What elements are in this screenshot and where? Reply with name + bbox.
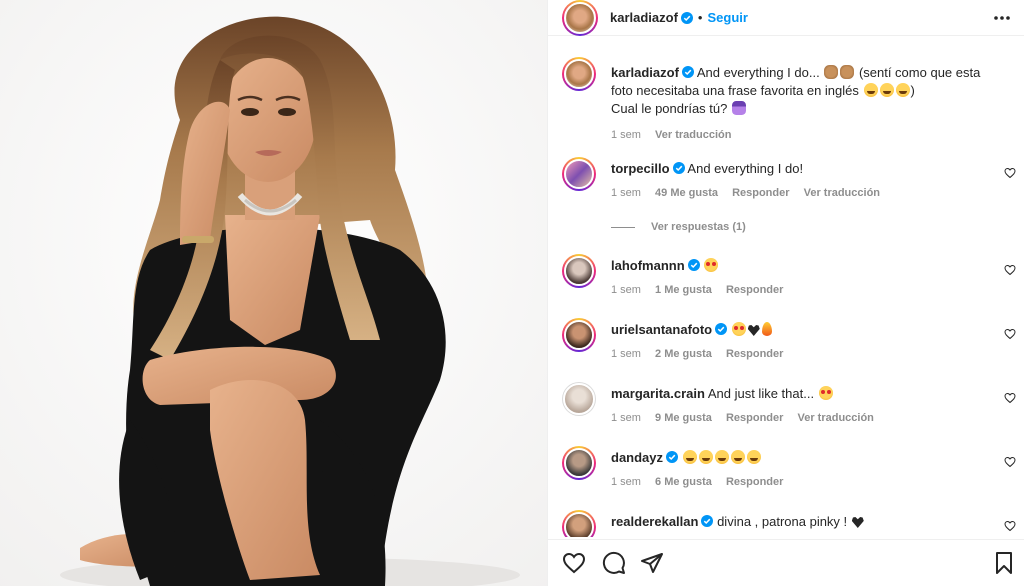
- comment-username[interactable]: urielsantanafoto: [611, 322, 712, 337]
- caption-username[interactable]: karladiazof: [611, 65, 679, 80]
- share-icon[interactable]: [640, 551, 664, 575]
- comment-time: 1 sem: [611, 187, 641, 199]
- smiling-hearts-emoji: [818, 386, 833, 400]
- comment-username[interactable]: lahofmannn: [611, 258, 685, 273]
- post-side-panel: karladiazof • Seguir karladiazof And eve…: [548, 0, 1024, 586]
- reply-button[interactable]: Responder: [726, 284, 783, 296]
- like-heart-icon[interactable]: [1004, 392, 1016, 404]
- verified-badge-icon: [681, 66, 694, 78]
- reply-button[interactable]: Responder: [726, 412, 783, 424]
- comment-text: divina , patrona pinky !: [717, 514, 848, 529]
- view-replies-label: Ver respuestas (1): [651, 221, 746, 233]
- star-struck-emoji: [704, 258, 719, 272]
- heart-icon[interactable]: [562, 551, 586, 575]
- bookmark-icon[interactable]: [992, 551, 1016, 575]
- translate-link[interactable]: Ver traducción: [804, 187, 880, 199]
- comment-time: 1 sem: [611, 476, 641, 488]
- laughing-tears-emoji: [730, 450, 745, 464]
- post-header: karladiazof • Seguir: [548, 0, 1024, 36]
- replies-divider-line: [611, 226, 635, 228]
- like-heart-icon[interactable]: [1004, 328, 1016, 340]
- post-actions-bar: [548, 539, 1024, 586]
- see-no-evil-monkey-emoji: [824, 65, 839, 79]
- comment-time: 1 sem: [611, 284, 641, 296]
- more-options-icon[interactable]: [992, 10, 1012, 26]
- comment-username[interactable]: realderekallan: [611, 514, 698, 529]
- comment-avatar[interactable]: [562, 382, 596, 416]
- translate-link[interactable]: Ver traducción: [797, 412, 873, 424]
- comment-text: And just like that...: [707, 386, 815, 401]
- laughing-tears-emoji: [698, 450, 713, 464]
- comment-avatar[interactable]: [562, 510, 596, 537]
- caption-text-line2: Cual le pondrías tú?: [611, 101, 728, 116]
- comment-time: 1 sem: [611, 412, 641, 424]
- author-username[interactable]: karladiazof: [610, 10, 678, 25]
- like-heart-icon[interactable]: [1004, 264, 1016, 276]
- comment-likes[interactable]: 2 Me gusta: [655, 348, 712, 360]
- laughing-tears-emoji: [682, 450, 697, 464]
- verified-badge-icon: [687, 259, 700, 271]
- verified-badge-icon: [680, 11, 693, 24]
- caption-time: 1 sem: [611, 129, 641, 141]
- see-no-evil-monkey-emoji: [840, 65, 855, 79]
- caption-text-part1: And everything I do...: [696, 65, 820, 80]
- person-shrugging-emoji: [731, 101, 746, 115]
- laughing-tears-emoji: [746, 450, 761, 464]
- reply-button[interactable]: Responder: [726, 476, 783, 488]
- verified-badge-icon: [701, 515, 714, 527]
- caption-avatar[interactable]: [562, 57, 596, 91]
- laughing-tears-emoji: [879, 83, 894, 97]
- comment-icon[interactable]: [602, 551, 626, 575]
- like-heart-icon[interactable]: [1004, 167, 1016, 179]
- comment-likes[interactable]: 1 Me gusta: [655, 284, 712, 296]
- rolling-laughing-emoji: [863, 83, 878, 97]
- comment-username[interactable]: dandayz: [611, 450, 663, 465]
- reply-button[interactable]: Responder: [726, 348, 783, 360]
- caption-translate-link[interactable]: Ver traducción: [655, 129, 731, 141]
- comment-likes[interactable]: 6 Me gusta: [655, 476, 712, 488]
- separator-dot: •: [697, 10, 703, 25]
- like-heart-icon[interactable]: [1004, 520, 1016, 532]
- reply-button[interactable]: Responder: [732, 187, 789, 199]
- comment-time: 1 sem: [611, 348, 641, 360]
- verified-badge-icon: [666, 451, 679, 463]
- like-heart-icon[interactable]: [1004, 456, 1016, 468]
- verified-badge-icon: [672, 162, 685, 174]
- view-replies-button[interactable]: Ver respuestas (1): [611, 221, 746, 233]
- fire-emoji: [761, 322, 772, 336]
- comment-avatar[interactable]: [562, 318, 596, 352]
- comment-username[interactable]: torpecillo: [611, 161, 670, 176]
- comment-text: And everything I do!: [687, 161, 804, 176]
- caption-text-part3: ): [910, 83, 915, 98]
- comment-likes[interactable]: 9 Me gusta: [655, 412, 712, 424]
- comment-avatar[interactable]: [562, 446, 596, 480]
- star-struck-emoji: [731, 322, 746, 336]
- author-avatar[interactable]: [562, 0, 598, 36]
- verified-badge-icon: [715, 323, 728, 335]
- comment-avatar[interactable]: [562, 254, 596, 288]
- black-heart-emoji: [851, 517, 864, 528]
- caption-text: karladiazof And everything I do... (sent…: [611, 64, 991, 118]
- rolling-laughing-emoji: [895, 83, 910, 97]
- comment-username[interactable]: margarita.crain: [611, 386, 705, 401]
- comments-list[interactable]: karladiazof And everything I do... (sent…: [548, 37, 1024, 537]
- post-image-illustration: [0, 0, 547, 586]
- comment-likes[interactable]: 49 Me gusta: [655, 187, 718, 199]
- black-heart-emoji: [747, 325, 760, 336]
- follow-button[interactable]: Seguir: [707, 10, 747, 25]
- laughing-tears-emoji: [714, 450, 729, 464]
- post-photo[interactable]: [0, 0, 548, 586]
- comment-avatar[interactable]: [562, 157, 596, 191]
